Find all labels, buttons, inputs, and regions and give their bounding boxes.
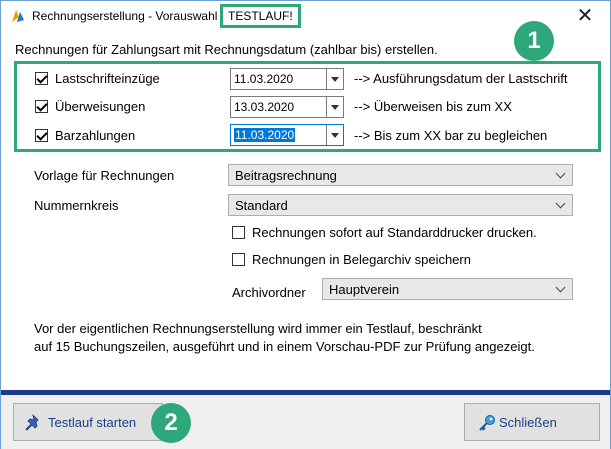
checkbox-archive[interactable] [232,253,245,266]
date-ueberweisung-value: 13.03.2020 [234,100,295,114]
chevron-down-icon[interactable] [326,97,343,117]
label-barzahlung: Barzahlungen [55,128,136,143]
label-ueberweisung: Überweisungen [55,99,146,114]
date-lastschrift-value: 11.03.2020 [234,72,294,86]
hint-barzahlung: --> Bis zum XX bar zu begleichen [354,128,548,143]
date-barzahlung[interactable]: 11.03.2020 [230,124,344,146]
template-select[interactable]: Beitragsrechnung [228,164,573,186]
info-line-1: Vor der eigentlichen Rechnungserstellung… [34,321,482,336]
hint-lastschrift: --> Ausführungsdatum der Lastschrift [354,71,568,86]
start-testlauf-button[interactable]: Testlauf starten [13,403,163,441]
checkbox-print[interactable] [232,226,245,239]
archive-folder-select-value: Hauptverein [329,282,400,297]
chevron-down-icon [555,198,566,209]
label-template: Vorlage für Rechnungen [34,168,175,183]
label-archive-folder: Archivordner [232,285,306,300]
date-barzahlung-value: 11.03.2020 [234,128,296,142]
archive-folder-select[interactable]: Hauptverein [322,278,573,300]
info-text: Vor der eigentlichen Rechnungserstellung… [34,320,535,356]
chevron-down-icon[interactable] [326,125,343,145]
step-marker-1: 1 [514,21,554,61]
dialog-window: Rechnungserstellung - Vorauswahl TESTLAU… [0,0,611,449]
chevron-down-icon [555,168,566,179]
info-line-2: auf 15 Buchungszeilen, ausgeführt und in… [34,339,535,354]
window-title: Rechnungserstellung - Vorauswahl [32,9,218,23]
date-lastschrift[interactable]: 11.03.2020 [230,68,344,90]
number-range-select[interactable]: Standard [228,194,573,216]
label-lastschrift: Lastschrifteinzüge [55,71,160,86]
date-ueberweisung[interactable]: 13.03.2020 [230,96,344,118]
label-print: Rechnungen sofort auf Standarddrucker dr… [252,225,537,240]
checkbox-barzahlung[interactable] [35,129,48,142]
label-archive: Rechnungen in Belegarchiv speichern [252,252,471,267]
step-marker-2: 2 [151,403,191,443]
start-testlauf-label: Testlauf starten [48,415,137,430]
chevron-down-icon[interactable] [326,69,343,89]
pushpin-icon [25,413,39,431]
app-logo-icon [12,10,24,22]
number-range-select-value: Standard [235,198,288,213]
checkbox-lastschrift[interactable] [35,72,48,85]
template-select-value: Beitragsrechnung [235,168,337,183]
checkbox-ueberweisung[interactable] [35,100,48,113]
page-heading: Rechnungen für Zahlungsart mit Rechnungs… [15,42,438,57]
hint-ueberweisung: --> Überweisen bis zum XX [354,99,512,114]
key-icon [479,415,495,431]
window-close-button[interactable]: ✕ [574,5,596,25]
label-number-range: Nummernkreis [34,198,119,213]
close-button[interactable]: Schließen [464,403,600,441]
close-label: Schließen [499,415,557,430]
testlauf-badge: TESTLAUF! [220,4,301,28]
chevron-down-icon [555,282,566,293]
